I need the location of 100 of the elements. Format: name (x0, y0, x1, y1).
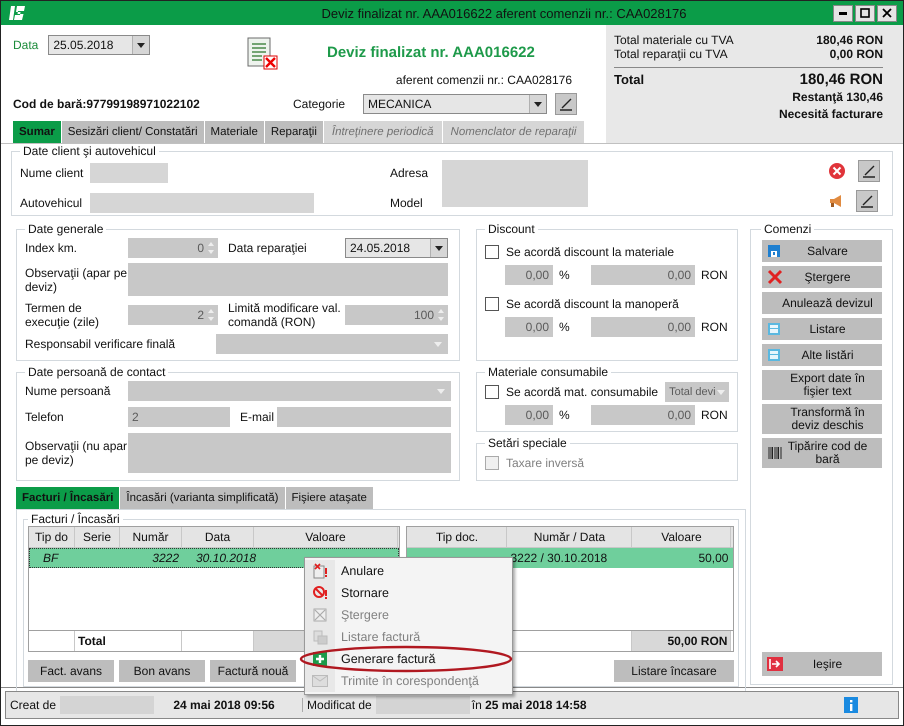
dropdown[interactable]: Total devi (665, 382, 729, 402)
delete-icon (313, 608, 327, 622)
unit-label: % (559, 408, 571, 422)
barcode-icon (766, 445, 782, 461)
field-label: Observaţii (nu apar pe deviz) (25, 439, 128, 467)
column-header: Valoare (254, 527, 398, 547)
input-field[interactable] (90, 163, 168, 183)
date-picker[interactable]: 25.05.2018 (48, 35, 150, 55)
action-button[interactable]: Bon avans (119, 660, 205, 682)
delete-icon[interactable] (828, 162, 846, 180)
tab[interactable]: Sesizări client/ Constatări (62, 121, 204, 143)
print-icon (766, 322, 780, 336)
document-title: Deviz finalizat nr. AAA016622 (326, 44, 536, 61)
command-button[interactable]: Anulează devizul (762, 292, 882, 314)
tab[interactable]: Încasări (varianta simplificată) (120, 487, 285, 509)
field-label: Telefon (25, 410, 65, 424)
exit-icon (766, 657, 782, 671)
pencil-icon (860, 194, 874, 208)
invoice-status: Necesită facturare (778, 107, 883, 121)
tab[interactable]: Materiale (204, 121, 264, 143)
date-picker[interactable]: 24.05.2018 (345, 238, 448, 258)
command-button[interactable]: Ştergere (762, 266, 882, 288)
section-title: Date client şi autovehicul (22, 144, 157, 158)
column-header: Serie (75, 527, 120, 547)
close-button[interactable] (877, 4, 897, 22)
checkbox[interactable] (485, 245, 499, 259)
action-button[interactable]: Factură nouă (210, 660, 296, 682)
menu-item[interactable]: Stornare (305, 582, 512, 604)
amount-field[interactable]: 0,00 (591, 265, 695, 285)
logo-icon (9, 4, 25, 22)
envelope-icon (312, 675, 328, 687)
edit-button[interactable] (856, 190, 878, 212)
tab[interactable]: Reparaţii (264, 121, 323, 143)
list-payment-button[interactable]: Listare încasare (614, 660, 734, 682)
print-icon (312, 630, 328, 644)
created-date: 24 mai 2018 09:56 (172, 698, 276, 712)
pencil-icon (559, 97, 574, 111)
percent-field[interactable]: 0,00 (505, 265, 553, 285)
document-cancel-icon (245, 37, 279, 71)
minimize-button[interactable] (833, 4, 853, 22)
currency-label: RON (701, 408, 728, 422)
caret-icon (137, 42, 146, 48)
command-button[interactable]: Salvare (762, 240, 882, 262)
field-label: Index km. (25, 241, 78, 255)
number-field[interactable]: 0 (128, 238, 218, 258)
edit-button[interactable] (555, 93, 578, 115)
column-header: Valoare (632, 527, 732, 547)
exit-button[interactable]: Ieşire (762, 652, 882, 676)
input-field[interactable] (442, 160, 588, 207)
maximize-icon (860, 8, 870, 18)
total-value: 0,00 RON (830, 47, 883, 61)
command-button[interactable]: Transformă în deviz deschis (762, 404, 882, 434)
caret-icon (437, 388, 445, 394)
command-button[interactable]: Listare (762, 318, 882, 340)
menu-item[interactable]: Generare factură (305, 648, 512, 670)
tab[interactable]: Fişiere ataşate (286, 487, 373, 509)
total-label: Total (614, 73, 644, 87)
currency-label: RON (701, 320, 728, 334)
field-label: Data reparaţiei (227, 241, 308, 255)
checkbox[interactable] (485, 297, 499, 311)
minimize-icon (839, 12, 847, 14)
caret-icon (534, 102, 542, 106)
maximize-button[interactable] (855, 4, 875, 22)
total-label: Total reparaţii cu TVA (614, 47, 728, 61)
section-title: Date persoană de contact (27, 365, 166, 379)
amount-field[interactable]: 0,00 (591, 317, 695, 337)
category-dropdown[interactable]: MECANICA (363, 94, 548, 114)
percent-field[interactable]: 0,00 (505, 405, 553, 425)
section-title: Materiale consumabile (487, 365, 610, 379)
percent-field[interactable]: 0,00 (505, 317, 553, 337)
field-label: Termen de execuţie (zile) (25, 301, 100, 329)
document-x-icon (312, 563, 328, 579)
input-field[interactable] (90, 193, 314, 213)
command-button[interactable]: Export date în fişier text (762, 370, 882, 400)
status-label: Creat de (9, 698, 58, 712)
checkbox-label: Se acordă discount la materiale (506, 245, 674, 259)
amount-field[interactable]: 0,00 (591, 405, 695, 425)
column-header: Număr (120, 527, 182, 547)
megaphone-icon[interactable] (828, 193, 844, 209)
field-label: Model (390, 196, 424, 210)
input-field[interactable]: 2 (128, 407, 230, 427)
edit-button[interactable] (858, 160, 880, 182)
number-field[interactable]: 100 (345, 305, 448, 325)
tab[interactable]: Sumar (13, 121, 61, 143)
checkbox-label: Se acordă mat. consumabile (506, 385, 658, 399)
category-label: Categorie (293, 97, 346, 111)
number-field[interactable]: 2 (128, 305, 218, 325)
action-button[interactable]: Fact. avans (28, 660, 114, 682)
command-button[interactable]: Tipărire cod de bară (762, 438, 882, 468)
input-field[interactable] (277, 407, 451, 427)
field-label: Nume client (20, 166, 84, 180)
section-title: Comenzi (763, 222, 812, 236)
command-button[interactable]: Alte listări (762, 344, 882, 366)
info-icon[interactable] (844, 697, 858, 713)
order-reference: aferent comenzii nr.: CAA028176 (394, 73, 573, 87)
field-label: Limită modificare val. comandă (RON) (227, 301, 342, 329)
total-label: Total materiale cu TVA (614, 33, 734, 47)
close-icon (882, 8, 892, 18)
tab[interactable]: Facturi / Încasări (16, 487, 120, 509)
checkbox[interactable] (485, 385, 499, 399)
